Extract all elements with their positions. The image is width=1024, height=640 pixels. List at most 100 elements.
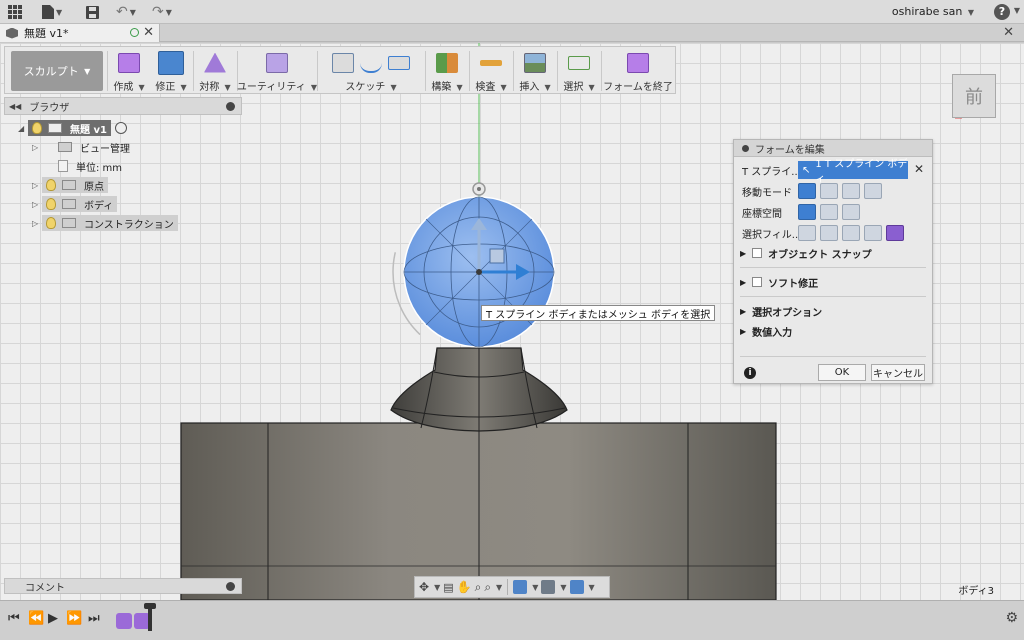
local-space-icon[interactable] xyxy=(842,204,860,220)
document-icon xyxy=(6,27,18,39)
help-caret-icon[interactable]: ▼ xyxy=(1014,6,1020,15)
view-cube[interactable]: 前 xyxy=(952,74,996,118)
help-icon[interactable]: ? xyxy=(994,4,1010,20)
browser-panel-header[interactable]: ◀◀ ブラウザ xyxy=(4,97,242,115)
viewports-icon[interactable] xyxy=(569,580,584,594)
browser-title: ブラウザ xyxy=(29,102,70,114)
selection-tooltip: T スプライン ボディまたはメッシュ ボディを選択 xyxy=(481,305,716,321)
visibility-bulb-icon[interactable] xyxy=(32,122,42,134)
tree-item-origin[interactable]: ▷ 原点 xyxy=(32,177,108,193)
insert-menu[interactable]: 挿入 ▼ xyxy=(515,49,555,93)
go-to-end-icon[interactable]: ⏭ xyxy=(88,611,100,626)
folder-icon xyxy=(62,180,76,190)
utility-menu[interactable]: ユーティリティ ▼ xyxy=(237,49,317,93)
inspect-menu[interactable]: 検査 ▼ xyxy=(471,49,511,93)
look-at-icon[interactable]: ▤ xyxy=(443,581,453,594)
user-menu[interactable]: oshirabe san ▼ xyxy=(892,5,974,18)
expand-triangle-icon[interactable]: ▷ xyxy=(32,200,42,209)
close-window-icon[interactable]: ✕ xyxy=(1003,25,1014,40)
body-filter-icon[interactable] xyxy=(886,225,904,241)
tree-item-label: 単位: mm xyxy=(76,162,123,174)
redo-button[interactable]: ↷ ▼ xyxy=(152,3,172,21)
save-button[interactable] xyxy=(86,3,99,21)
visibility-bulb-icon[interactable] xyxy=(46,198,56,210)
step-forward-icon[interactable]: ⏩ xyxy=(66,611,82,626)
cancel-button[interactable]: キャンセル xyxy=(871,364,925,381)
tspline-body-selection[interactable]: ↖ 1 T スプライン ボディ xyxy=(798,159,908,185)
collapse-panel-icon[interactable]: ◀◀ xyxy=(9,102,21,111)
multi-move-icon[interactable] xyxy=(798,183,816,199)
orbit-icon[interactable]: ✥ xyxy=(419,580,429,594)
all-filter-icon[interactable] xyxy=(864,225,882,241)
numeric-input-section[interactable]: ▶ 数値入力 xyxy=(740,322,792,340)
object-snap-section[interactable]: ▶ オブジェクト スナップ xyxy=(740,244,872,262)
dialog-collapse-icon[interactable] xyxy=(742,144,749,152)
undo-button[interactable]: ↶ ▼ xyxy=(116,3,136,21)
select-options-section[interactable]: ▶ 選択オプション xyxy=(740,302,822,320)
expand-triangle-icon[interactable]: ▶ xyxy=(740,327,746,336)
coord-space-label: 座標空間 xyxy=(742,208,782,220)
expand-triangle-icon[interactable]: ▶ xyxy=(740,278,746,287)
tree-item-root[interactable]: ◢ 無題 v1 xyxy=(18,120,127,136)
construct-menu[interactable]: 構築 ▼ xyxy=(427,49,467,93)
tree-item-label: ビュー管理 xyxy=(80,143,130,155)
clear-selection-icon[interactable]: ✕ xyxy=(914,162,924,176)
comment-label: コメント xyxy=(25,582,65,594)
object-snap-checkbox[interactable] xyxy=(752,248,763,258)
step-back-icon[interactable]: ⏪ xyxy=(28,611,44,626)
rotate-icon[interactable] xyxy=(842,183,860,199)
world-space-icon[interactable] xyxy=(798,204,816,220)
workspace-switcher[interactable]: スカルプト ▼ xyxy=(11,51,103,91)
scale-icon[interactable] xyxy=(864,183,882,199)
expand-triangle-icon[interactable]: ▷ xyxy=(32,143,42,152)
translate-icon[interactable] xyxy=(820,183,838,199)
tree-item-label: 原点 xyxy=(84,181,104,193)
edge-filter-icon[interactable] xyxy=(820,225,838,241)
panel-pin-icon[interactable] xyxy=(226,582,235,591)
expand-triangle-icon[interactable]: ◢ xyxy=(18,124,28,133)
app-grid-icon[interactable] xyxy=(8,3,22,21)
soft-modify-section[interactable]: ▶ ソフト修正 xyxy=(740,273,818,291)
create-menu[interactable]: 作成 ▼ xyxy=(109,49,149,93)
gear-icon[interactable]: ⚙ xyxy=(1005,610,1018,626)
display-settings-icon[interactable] xyxy=(513,580,528,594)
go-to-start-icon[interactable]: ⏮ xyxy=(8,611,20,626)
vertex-filter-icon[interactable] xyxy=(798,225,816,241)
workspace-label: スカルプト xyxy=(23,65,79,78)
play-icon[interactable]: ▶ xyxy=(48,611,58,626)
tree-item-construction[interactable]: ▷ コンストラクション xyxy=(32,215,178,231)
select-menu[interactable]: 選択 ▼ xyxy=(559,49,599,93)
face-filter-icon[interactable] xyxy=(842,225,860,241)
file-menu-button[interactable]: ▼ xyxy=(42,3,62,21)
timeline-feature-form[interactable] xyxy=(116,613,132,629)
comment-panel[interactable]: コメント xyxy=(4,578,242,594)
tree-item-bodies[interactable]: ▷ ボディ xyxy=(32,196,118,212)
grid-snap-icon[interactable] xyxy=(541,580,556,594)
visibility-bulb-icon[interactable] xyxy=(46,217,56,229)
tree-item-units[interactable]: 単位: mm xyxy=(32,158,122,174)
pan-icon[interactable]: ✋ xyxy=(457,580,472,594)
panel-pin-icon[interactable] xyxy=(226,102,235,111)
zoom-window-icon[interactable]: ⌕ xyxy=(484,580,491,595)
tree-item-view-management[interactable]: ▷ ビュー管理 xyxy=(32,139,130,155)
user-name: oshirabe san xyxy=(891,5,963,18)
visibility-bulb-icon[interactable] xyxy=(46,179,56,191)
view-space-icon[interactable] xyxy=(820,204,838,220)
expand-triangle-icon[interactable]: ▶ xyxy=(740,307,746,316)
document-tab-title: 無題 v1* xyxy=(24,27,69,40)
finish-form-button[interactable]: フォームを終了 xyxy=(603,49,673,93)
document-tab[interactable]: 無題 v1* ✕ xyxy=(0,24,160,42)
timeline-marker[interactable] xyxy=(144,603,156,631)
expand-triangle-icon[interactable]: ▷ xyxy=(32,181,42,190)
expand-triangle-icon[interactable]: ▶ xyxy=(740,249,746,258)
zoom-icon[interactable]: ⌕ xyxy=(475,580,482,595)
modify-menu[interactable]: 修正 ▼ xyxy=(151,49,191,93)
sketch-menu[interactable]: スケッチ ▼ xyxy=(319,49,423,93)
symmetry-menu[interactable]: 対称 ▼ xyxy=(195,49,235,93)
info-icon[interactable]: i xyxy=(744,367,756,379)
soft-modify-checkbox[interactable] xyxy=(752,277,763,287)
close-tab-icon[interactable]: ✕ xyxy=(143,25,154,40)
expand-triangle-icon[interactable]: ▷ xyxy=(32,219,42,228)
activate-radio-icon[interactable] xyxy=(114,122,127,134)
ok-button[interactable]: OK xyxy=(818,364,866,381)
